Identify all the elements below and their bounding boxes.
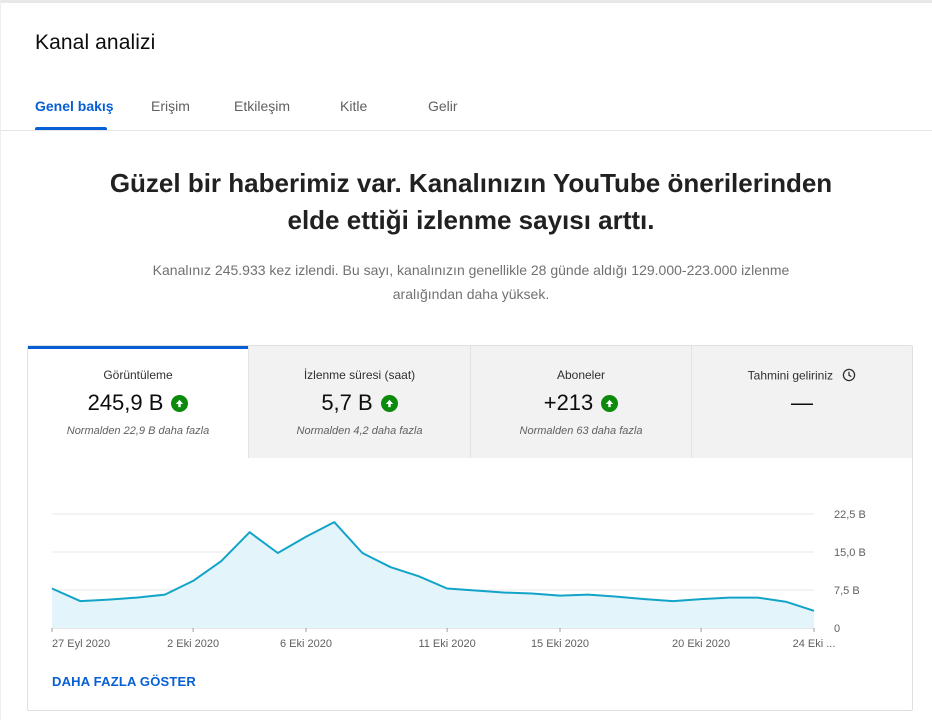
arrow-up-icon <box>380 394 398 412</box>
metric-value: 245,9 B <box>87 390 164 415</box>
insight-subtext-line2: aralığından daha yüksek. <box>392 286 550 302</box>
metric-label: İzlenme süresi (saat) <box>303 368 416 382</box>
x-tick-label: 27 Eyl 2020 <box>52 638 110 650</box>
y-tick-label: 7,5 B <box>834 585 860 597</box>
insight-subtext: Kanalınız 245.933 kez izlendi. Bu sayı, … <box>101 258 841 306</box>
metric-note: Normalden 22,9 B daha fazla <box>66 425 210 437</box>
tab-revenue[interactable]: Gelir <box>428 98 458 114</box>
tab-engagement[interactable]: Etkileşim <box>234 98 290 114</box>
tab-bar: Genel bakış Erişim Etkileşim Kitle Gelir <box>1 87 932 131</box>
tab-reach[interactable]: Erişim <box>151 98 190 114</box>
metric-value: +213 <box>543 390 594 415</box>
metric-label: Görüntüleme <box>103 368 173 382</box>
views-area <box>52 522 814 628</box>
insight-headline-line1: Güzel bir haberimiz var. Kanalınızın You… <box>109 168 833 198</box>
metric-note: Normalden 4,2 daha fazla <box>296 425 423 437</box>
insight-headline: Güzel bir haberimiz var. Kanalınızın You… <box>61 165 881 239</box>
arrow-up-icon <box>171 394 189 412</box>
metric-label: Aboneler <box>556 368 606 382</box>
metric-value-row: 245,9 B <box>28 388 248 418</box>
clock-icon <box>842 368 856 385</box>
metric-revenue[interactable]: Tahmini geliriniz — <box>692 346 912 458</box>
x-tick-label: 11 Eki 2020 <box>418 638 475 650</box>
x-tick-label: 20 Eki 2020 <box>672 638 730 650</box>
x-tick-label: 2 Eki 2020 <box>167 638 219 650</box>
y-tick-label: 22,5 B <box>834 509 866 521</box>
views-chart: 0 7,5 B 15,0 B 22,5 B 27 Eyl 2020 2 Eki 2020 6… <box>51 509 866 650</box>
metric-value: — <box>791 390 813 415</box>
metric-label: Tahmini geliriniz <box>747 368 834 383</box>
metric-value: 5,7 B <box>321 390 373 415</box>
arrow-up-icon <box>601 394 619 412</box>
page-frame: Kanal analizi Genel bakış Erişim Etkileş… <box>0 0 932 720</box>
tab-audience[interactable]: Kitle <box>340 98 367 114</box>
metric-value-row: — <box>692 388 912 418</box>
metric-views[interactable]: Görüntüleme 245,9 B Normalden 22,9 B dah… <box>28 346 249 458</box>
show-more-button[interactable]: DAHA FAZLA GÖSTER <box>52 674 196 689</box>
insight-subtext-line1: Kanalınız 245.933 kez izlendi. Bu sayı, … <box>152 262 790 278</box>
x-tick-label: 6 Eki 2020 <box>280 638 332 650</box>
metric-value-row: +213 <box>471 388 691 418</box>
metric-value-row: 5,7 B <box>249 388 470 418</box>
page-title: Kanal analizi <box>35 31 156 54</box>
y-tick-label: 15,0 B <box>834 547 866 559</box>
active-tab-indicator <box>35 127 107 130</box>
metric-subscribers[interactable]: Aboneler +213 Normalden 63 daha fazla <box>471 346 692 458</box>
x-tick-label: 15 Eki 2020 <box>531 638 589 650</box>
x-tick-label: 24 Eki ... <box>793 638 836 650</box>
metrics-card: Görüntüleme 245,9 B Normalden 22,9 B dah… <box>27 345 913 711</box>
metric-note: Normalden 63 daha fazla <box>519 425 643 437</box>
tab-overview[interactable]: Genel bakış <box>35 98 114 114</box>
active-metric-indicator <box>28 346 248 349</box>
metric-watch-time[interactable]: İzlenme süresi (saat) 5,7 B Normalden 4,… <box>249 346 471 458</box>
y-tick-label: 0 <box>834 623 840 635</box>
insight-headline-line2: elde ettiği izlenme sayısı arttı. <box>287 205 655 235</box>
metric-label-row: Tahmini geliriniz <box>692 368 912 385</box>
